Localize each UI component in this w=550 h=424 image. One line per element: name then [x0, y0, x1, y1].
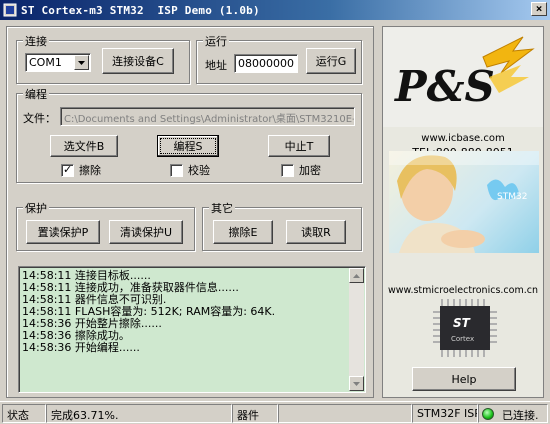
scroll-up-button[interactable] [349, 268, 364, 283]
device-label: 器件 [232, 404, 278, 423]
connection-led-icon [482, 408, 494, 420]
title-bar[interactable]: ST Cortex-m3 STM32 ISP Demo (1.0b) × [0, 0, 550, 20]
address-label: 地址 [205, 59, 227, 72]
log-scrollbar[interactable] [349, 268, 364, 391]
close-button[interactable]: × [531, 2, 547, 16]
log-line: 14:58:36 开始编程...... [22, 341, 140, 354]
photo-brand: STM32 [497, 192, 527, 202]
chip-image: ST Cortex [431, 297, 499, 359]
chevron-down-icon[interactable] [74, 55, 89, 70]
scroll-down-button[interactable] [349, 376, 364, 391]
chip-brand: ST [453, 316, 471, 330]
file-label: 文件： [23, 112, 56, 125]
app-icon [3, 3, 17, 17]
close-icon: × [535, 2, 543, 15]
connect-group-title: 连接 [23, 33, 49, 49]
connect-button[interactable]: 连接设备C [102, 48, 174, 74]
verify-checkbox-label: 校验 [188, 164, 210, 177]
run-button[interactable]: 运行G [306, 48, 356, 74]
window-title: ST Cortex-m3 STM32 ISP Demo (1.0b) [21, 3, 260, 17]
chevron-down-icon [353, 381, 360, 386]
program-group-title: 编程 [23, 86, 49, 102]
log-lines: 14:58:11 连接目标板...... 14:58:11 连接成功，准备获取器件… [22, 270, 348, 354]
erase-button[interactable]: 擦除E [213, 220, 273, 244]
file-path-field[interactable]: C:\Documents and Settings\Administrator\… [60, 107, 355, 126]
main-panel: 连接 COM1 连接设备C 运行 地址 08000000 运行G 编程 文件： … [6, 26, 374, 398]
sidebar-panel: P&S www.icbase.com TEL:800-880-8051 STM3… [382, 26, 544, 398]
check-icon: ✓ [63, 162, 73, 176]
ps-logo-icon: P&S [394, 36, 535, 111]
connection-text: 已连接. [502, 409, 539, 422]
address-field[interactable]: 08000000 [234, 54, 298, 73]
clear-read-protect-button[interactable]: 清读保护U [109, 220, 183, 244]
erase-checkbox-label: 擦除 [79, 164, 101, 177]
other-group: 其它 擦除E 读取R [202, 200, 362, 251]
woman-photo-icon: STM32 [389, 151, 539, 253]
protect-group: 保护 置读保护P 清读保护U [16, 200, 195, 251]
device-value [278, 404, 412, 423]
port-value: COM1 [29, 56, 62, 69]
st-website: www.stmicroelectronics.com.cn [388, 285, 538, 296]
ps-logo: P&S [383, 27, 543, 127]
chevron-up-icon [353, 273, 360, 278]
read-button[interactable]: 读取R [286, 220, 346, 244]
encrypt-checkbox-box[interactable] [281, 163, 294, 177]
isp-label: STM32F ISP [412, 404, 478, 423]
erase-checkbox-box[interactable]: ✓ [61, 162, 74, 177]
log-panel[interactable]: 14:58:11 连接目标板...... 14:58:11 连接成功，准备获取器件… [18, 266, 366, 393]
program-button[interactable]: 编程S [157, 135, 219, 157]
erase-checkbox[interactable]: ✓ 擦除 [61, 162, 101, 178]
help-button[interactable]: Help [412, 367, 516, 391]
connect-group: 连接 COM1 连接设备C [16, 33, 190, 84]
port-select[interactable]: COM1 [25, 53, 91, 72]
chip-label: Cortex [451, 335, 474, 343]
verify-checkbox-box[interactable] [170, 163, 183, 177]
set-read-protect-button[interactable]: 置读保护P [26, 220, 100, 244]
logo-text: P&S [394, 62, 495, 111]
program-group: 编程 文件： C:\Documents and Settings\Adminis… [16, 86, 362, 183]
status-label: 状态 [2, 404, 46, 423]
other-group-title: 其它 [209, 200, 235, 216]
main-window: ST Cortex-m3 STM32 ISP Demo (1.0b) × 连接 … [0, 0, 550, 424]
progress-status: 完成63.71%. [46, 404, 232, 423]
select-file-button[interactable]: 选文件B [50, 135, 118, 157]
verify-checkbox[interactable]: 校验 [170, 162, 210, 178]
run-group: 运行 地址 08000000 运行G [196, 33, 362, 84]
encrypt-checkbox-label: 加密 [299, 164, 321, 177]
microcontroller-chip-icon: ST Cortex [433, 299, 497, 357]
encrypt-checkbox[interactable]: 加密 [281, 162, 321, 178]
abort-button[interactable]: 中止T [268, 135, 330, 157]
promo-photo: STM32 [389, 151, 539, 253]
icbase-website: www.icbase.com [421, 133, 505, 144]
run-group-title: 运行 [203, 33, 229, 49]
protect-group-title: 保护 [23, 200, 49, 216]
status-bar: 状态 完成63.71%. 器件 STM32F ISP 已连接. [0, 401, 550, 424]
